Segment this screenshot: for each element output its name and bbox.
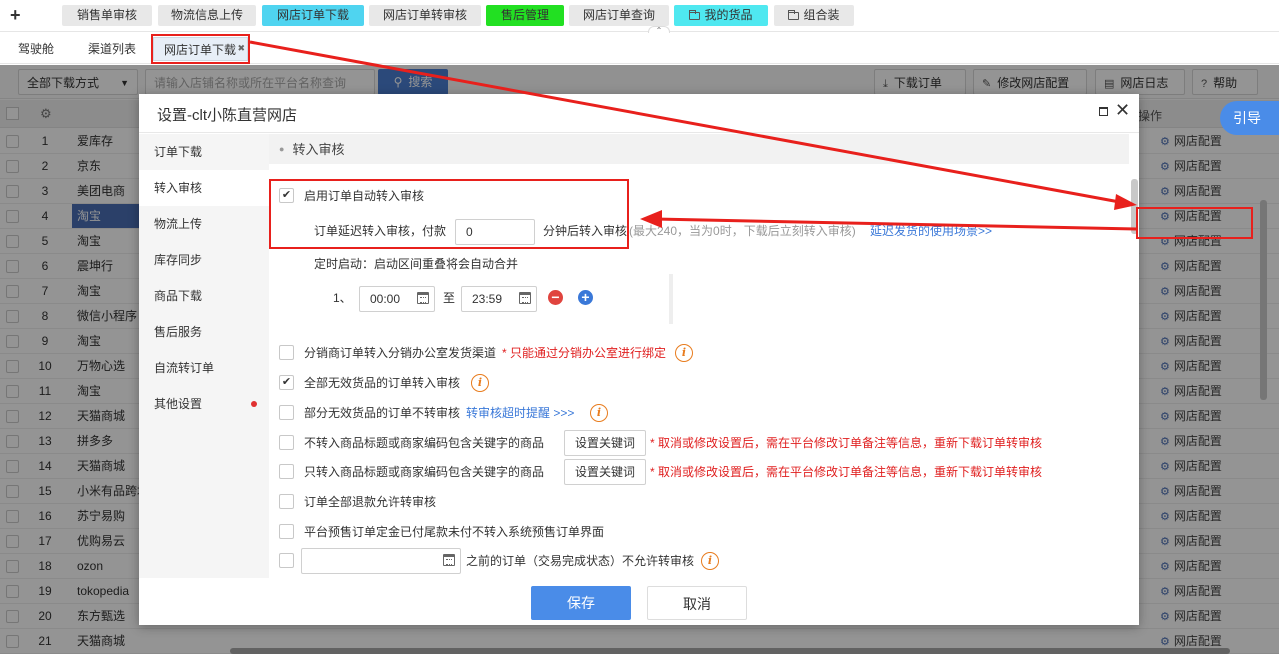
close-icon[interactable]: ✖ — [237, 36, 245, 60]
close-icon[interactable]: ✕ — [1115, 100, 1130, 121]
end-time-value: 23:59 — [472, 292, 503, 306]
page-tab-channel-list[interactable]: 渠道列表 — [78, 37, 146, 61]
delay-hint: (最大240，当为0时，下载后立刻转入审核) — [629, 224, 856, 238]
full-refund-checkbox[interactable] — [279, 494, 294, 509]
nav-self-flow-order[interactable]: 自流转订单 — [139, 350, 269, 386]
add-timer-icon[interactable]: + — [578, 290, 593, 305]
distributor-order-checkbox[interactable] — [279, 345, 294, 360]
all-invalid-goods-checkbox[interactable]: ✔ — [279, 375, 294, 390]
nav-label: 其他设置 — [154, 397, 203, 411]
module-tab-order-query[interactable]: 网店订单查询 — [569, 5, 669, 26]
info-icon[interactable]: i — [701, 552, 719, 570]
presale-checkbox[interactable] — [279, 524, 294, 539]
include-keyword-label: 只转入商品标题或商家编码包含关键字的商品 — [304, 465, 545, 479]
delay-label: 订单延迟转入审核，付款 — [314, 224, 447, 238]
module-tab-bar: + 销售单审核 物流信息上传 网店订单下载 网店订单转审核 售后管理 网店订单查… — [0, 0, 1279, 32]
dialog-scrollbar[interactable] — [1131, 179, 1138, 234]
keyword-note: * 取消或修改设置后，需在平台修改订单备注等信息，重新下载订单转审核 — [650, 436, 1043, 450]
include-keyword-checkbox[interactable] — [279, 464, 294, 479]
partial-invalid-goods-checkbox[interactable] — [279, 405, 294, 420]
completed-order-date-input[interactable] — [301, 548, 461, 574]
settings-body: ● 转入审核 ✔ 启用订单自动转入审核 订单延迟转入审核，付款 0 分钟后转入审核… — [269, 134, 1139, 578]
cancel-button[interactable]: 取消 — [647, 586, 747, 620]
module-tab-order-to-review[interactable]: 网店订单转审核 — [369, 5, 481, 26]
delay-suffix: 分钟后转入审核 — [543, 224, 628, 238]
exclude-keyword-checkbox[interactable] — [279, 435, 294, 450]
guide-button[interactable]: 引导 — [1220, 101, 1279, 135]
keyword-note: * 取消或修改设置后，需在平台修改订单备注等信息，重新下载订单转审核 — [650, 465, 1043, 479]
section-header: ● 转入审核 — [269, 134, 1129, 164]
calendar-icon — [443, 554, 455, 566]
timer-index: 1、 — [333, 291, 352, 305]
info-icon[interactable]: i — [590, 404, 608, 422]
info-icon[interactable]: i — [675, 344, 693, 362]
bullet-icon: ● — [279, 144, 285, 154]
info-icon[interactable]: i — [471, 374, 489, 392]
start-time-input[interactable]: 00:00 — [359, 286, 435, 312]
module-tab-combo[interactable]: 组合装 — [774, 5, 854, 26]
folder-icon — [788, 10, 800, 20]
nav-other-settings[interactable]: 其他设置 — [139, 386, 269, 422]
timer-divider — [669, 274, 673, 324]
full-refund-label: 订单全部退款允许转审核 — [304, 495, 437, 509]
module-tab-my-goods[interactable]: 我的货品 — [674, 5, 768, 26]
distributor-order-label: 分销商订单转入分销办公室发货渠道 — [304, 346, 497, 360]
nav-aftersale[interactable]: 售后服务 — [139, 314, 269, 350]
start-time-value: 00:00 — [370, 292, 401, 306]
all-invalid-goods-label: 全部无效货品的订单转入审核 — [304, 376, 461, 390]
distributor-order-note: * 只能通过分销办公室进行绑定 — [502, 346, 667, 360]
page-tab-cockpit[interactable]: 驾驶舱 — [8, 37, 64, 61]
presale-label: 平台预售订单定金已付尾款未付不转入系统预售订单界面 — [304, 525, 605, 539]
auto-transfer-label: 启用订单自动转入审核 — [304, 189, 425, 203]
completed-order-checkbox[interactable] — [279, 553, 294, 568]
delay-minutes-input[interactable]: 0 — [455, 219, 535, 245]
notification-dot — [251, 401, 257, 407]
settings-dialog: 设置-clt小陈直营网店 ✕ 订单下载 转入审核 物流上传 库存同步 商品下载 … — [139, 94, 1139, 625]
page-tab-label: 网店订单下载 — [164, 43, 237, 57]
nav-order-download[interactable]: 订单下载 — [139, 134, 269, 170]
settings-nav: 订单下载 转入审核 物流上传 库存同步 商品下载 售后服务 自流转订单 其他设置 — [139, 134, 269, 578]
add-tab-icon[interactable]: + — [10, 6, 21, 24]
nav-logistics-upload[interactable]: 物流上传 — [139, 206, 269, 242]
dialog-footer: 保存 取消 — [139, 578, 1139, 625]
set-keyword-button[interactable]: 设置关键词 — [564, 459, 646, 485]
module-tab-label: 组合装 — [803, 8, 840, 22]
page-tab-bar: 驾驶舱 渠道列表 网店订单下载 ✖ — [0, 33, 1279, 64]
module-tab-shop-order-download[interactable]: 网店订单下载 — [262, 5, 364, 26]
set-keyword-button[interactable]: 设置关键词 — [564, 430, 646, 456]
maximize-icon[interactable] — [1099, 107, 1108, 116]
review-timeout-link[interactable]: 转审核超时提醒 >>> — [466, 405, 574, 421]
nav-stock-sync[interactable]: 库存同步 — [139, 242, 269, 278]
auto-transfer-checkbox[interactable]: ✔ — [279, 188, 294, 203]
calendar-icon — [519, 292, 531, 304]
page-tab-shop-order-download[interactable]: 网店订单下载 ✖ — [153, 37, 248, 61]
timer-label: 定时启动：启动区间重叠将会自动合并 — [314, 257, 519, 271]
completed-order-label: 之前的订单（交易完成状态）不允许转审核 — [466, 554, 695, 568]
time-range-separator: 至 — [443, 291, 456, 305]
remove-timer-icon[interactable]: − — [548, 290, 563, 305]
partial-invalid-goods-label: 部分无效货品的订单不转审核 — [304, 406, 461, 420]
module-tab-sales-review[interactable]: 销售单审核 — [62, 5, 152, 26]
section-title: 转入审核 — [292, 142, 345, 157]
nav-to-review[interactable]: 转入审核 — [139, 170, 269, 206]
dialog-header: 设置-clt小陈直营网店 ✕ — [139, 94, 1139, 133]
dialog-title: 设置-clt小陈直营网店 — [157, 107, 297, 124]
folder-icon — [689, 10, 701, 20]
module-tab-aftersale[interactable]: 售后管理 — [486, 5, 564, 26]
nav-goods-download[interactable]: 商品下载 — [139, 278, 269, 314]
exclude-keyword-label: 不转入商品标题或商家编码包含关键字的商品 — [304, 436, 545, 450]
module-tab-label: 我的货品 — [704, 8, 753, 22]
end-time-input[interactable]: 23:59 — [461, 286, 537, 312]
delay-scenario-link[interactable]: 延迟发货的使用场景>> — [870, 223, 992, 239]
save-button[interactable]: 保存 — [531, 586, 631, 620]
calendar-icon — [417, 292, 429, 304]
module-tab-logistics-upload[interactable]: 物流信息上传 — [158, 5, 256, 26]
